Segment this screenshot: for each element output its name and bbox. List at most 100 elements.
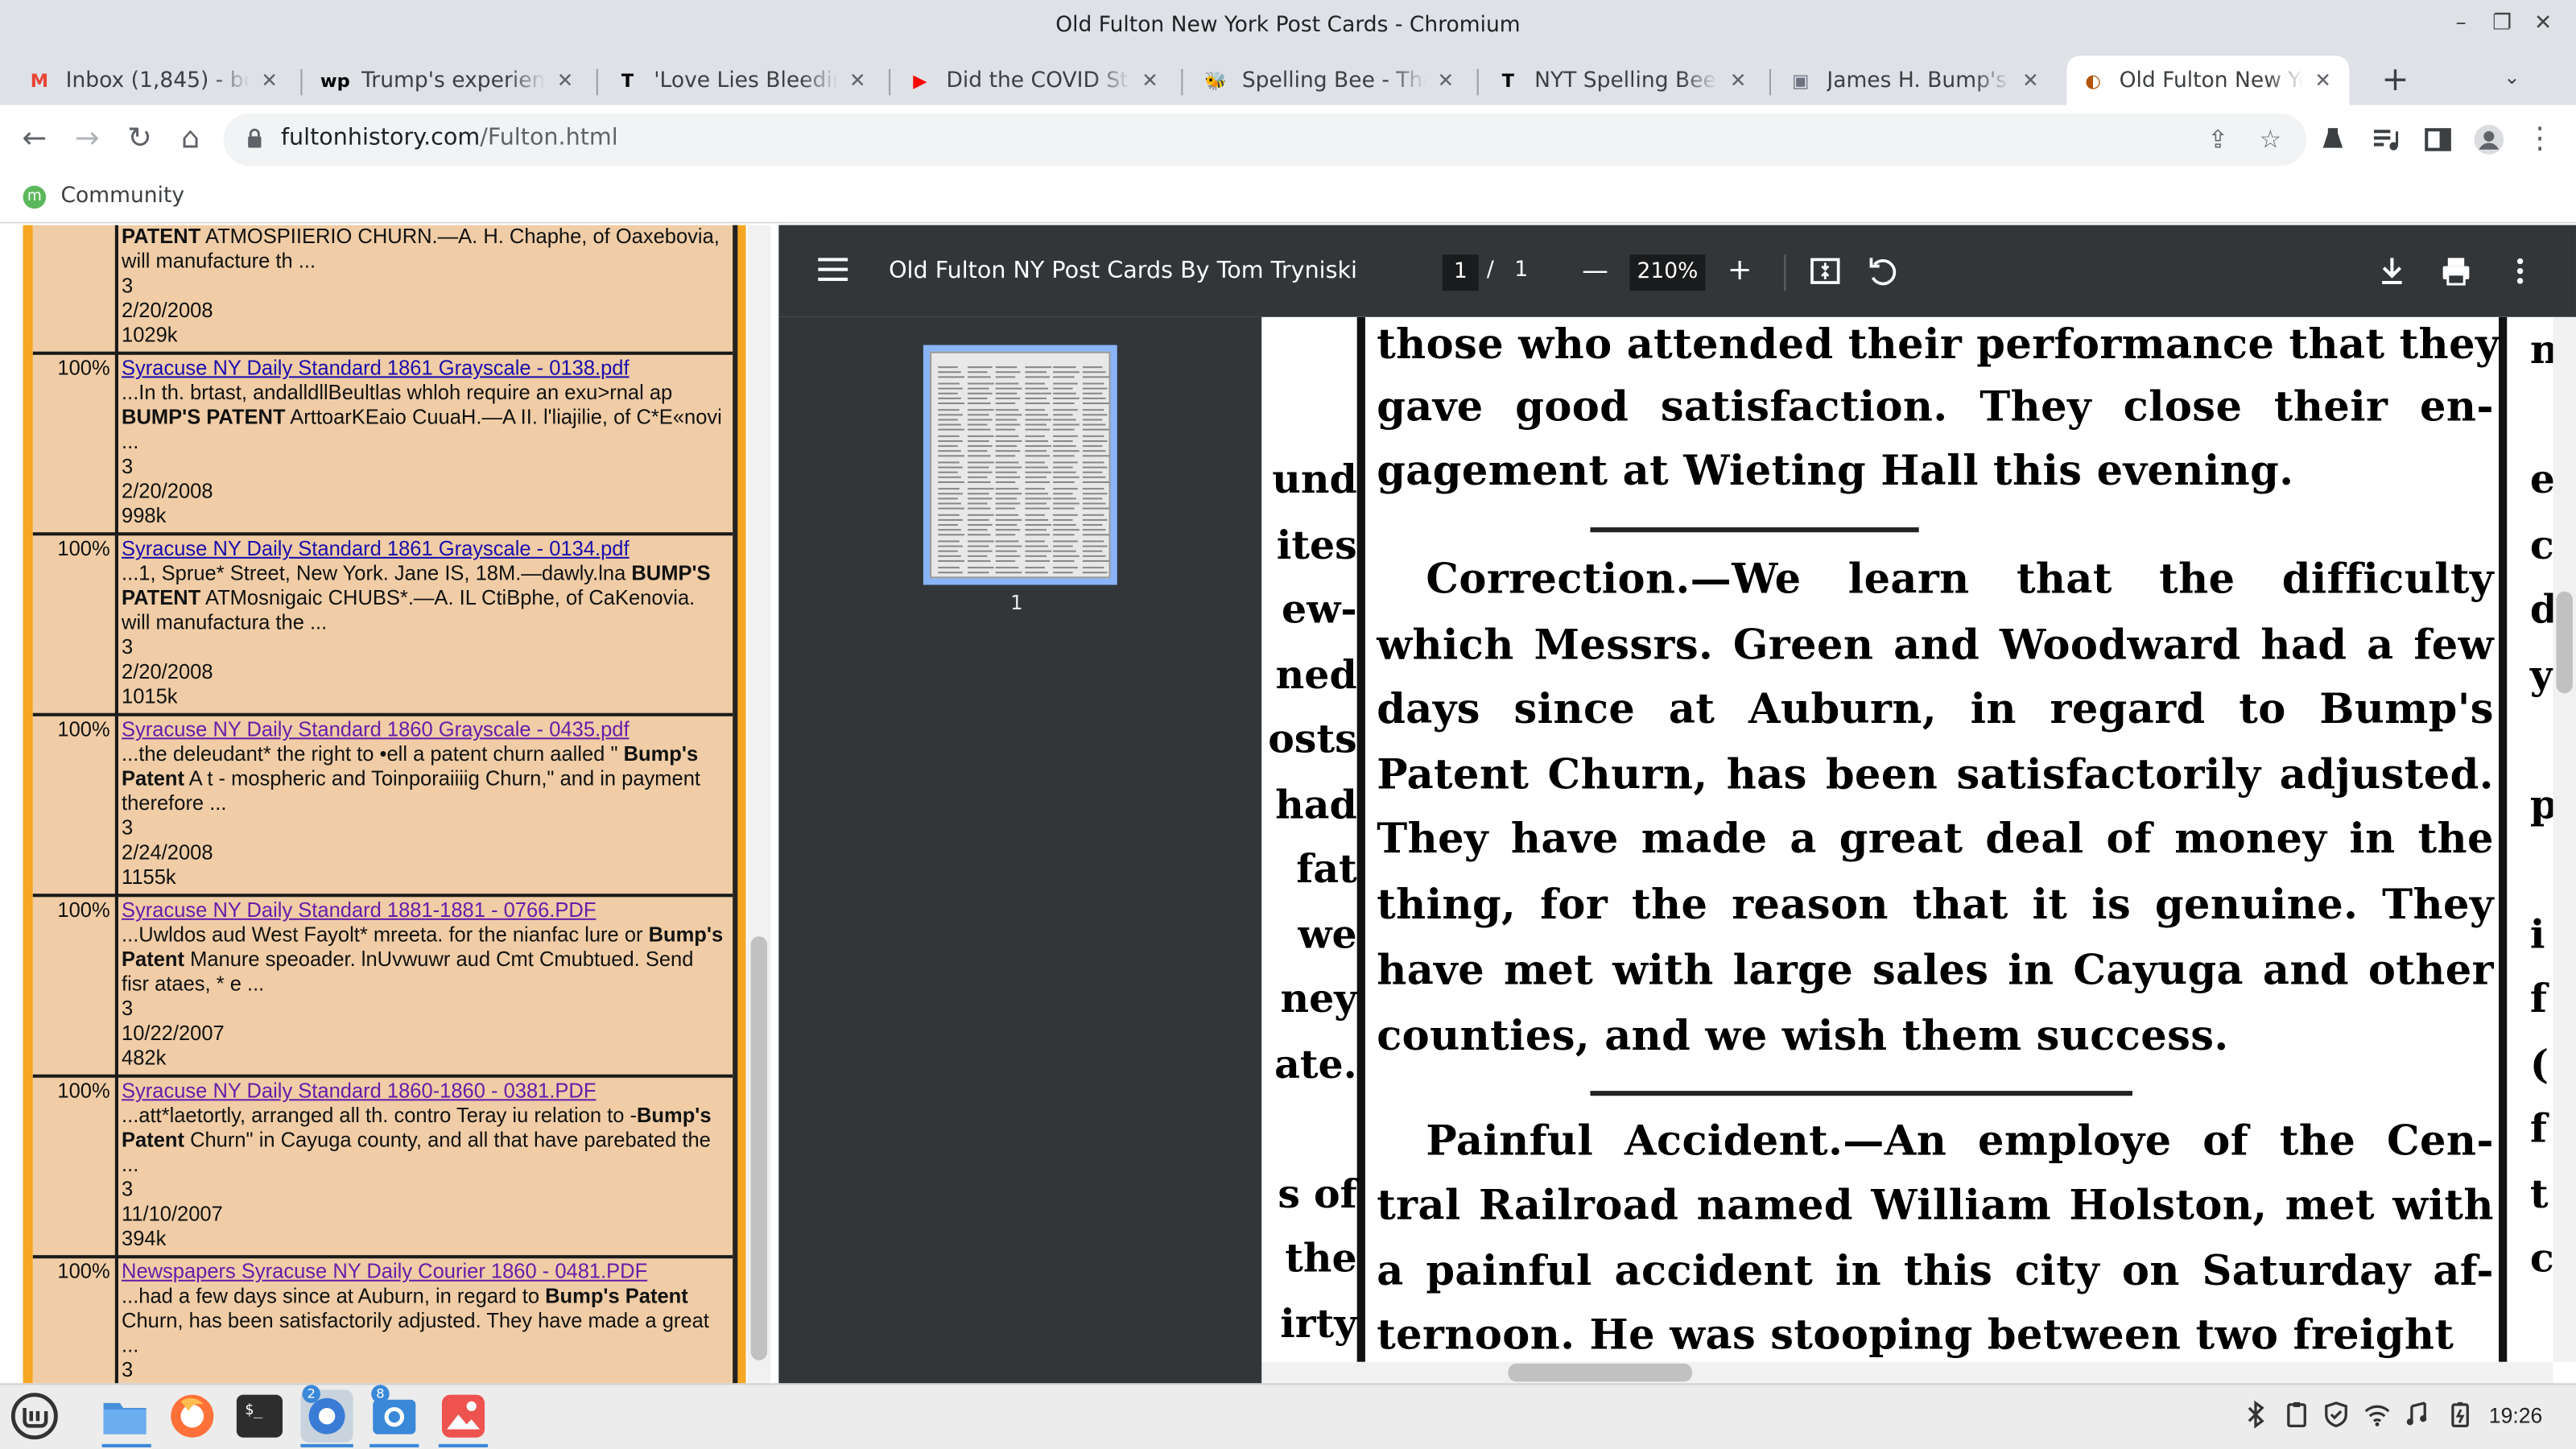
tab-close-icon[interactable]: ✕ (552, 69, 579, 93)
tab-close-icon[interactable]: ✕ (844, 69, 871, 93)
result-row: 100% Newspapers Syracuse NY Daily Courier… (33, 1258, 733, 1384)
thumbnail-text-line (1024, 366, 1051, 369)
photos-icon[interactable] (437, 1390, 489, 1443)
tab-1[interactable]: M Inbox (1,845) - bob.✕ (13, 56, 295, 105)
media-playlist-icon[interactable] (2369, 123, 2402, 156)
tab-8[interactable]: ◐ Old Fulton New Yor ✕ (2066, 56, 2350, 105)
terminal-icon[interactable]: $_ (233, 1390, 286, 1443)
thumbnail-text-line (1081, 419, 1102, 421)
tab-close-icon[interactable]: ✕ (1725, 69, 1752, 93)
thumbnail-text-line (995, 471, 1018, 473)
bookmark-community[interactable]: m Community (23, 184, 185, 208)
right-column-fragment: c (2529, 519, 2553, 568)
new-tab-button[interactable]: + (2376, 59, 2415, 98)
tab-search-button[interactable]: ⌄ (2504, 66, 2520, 89)
pdf-page-input[interactable]: 1 (1442, 254, 1479, 291)
thumbnail-text-line (995, 377, 1016, 379)
thumbnail-text-line (938, 456, 964, 458)
maximize-button[interactable]: ❐ (2489, 11, 2516, 36)
side-panel-icon[interactable] (2421, 123, 2454, 156)
forward-button[interactable]: → (68, 122, 107, 161)
result-link[interactable]: Syracuse NY Daily Standard 1861 Grayscal… (122, 537, 630, 560)
thumbnail-text-line (967, 518, 989, 521)
shield-icon[interactable] (2322, 1400, 2351, 1430)
tab-7[interactable]: ▣ James H. Bump's A ✕ (1774, 56, 2057, 105)
thumbnail-text-line (938, 392, 958, 394)
wifi-icon[interactable] (2363, 1400, 2392, 1430)
volume-icon[interactable] (2404, 1400, 2434, 1430)
files-icon[interactable] (98, 1390, 151, 1443)
thumbnail-text-line (1024, 524, 1051, 526)
thumbnail-text-line (1081, 492, 1107, 494)
files-running-indicator (101, 1443, 151, 1447)
pdf-vertical-scrollbar-thumb[interactable] (2556, 591, 2573, 694)
battery-icon[interactable] (2446, 1400, 2476, 1430)
thumbnail-text-line (967, 366, 992, 369)
result-date: 2/20/2008 (122, 479, 213, 503)
share-icon[interactable]: ⇪ (2202, 123, 2235, 156)
back-button[interactable]: ← (14, 122, 54, 161)
thumbnail-text-line (995, 481, 1016, 484)
lock-icon[interactable] (246, 128, 262, 148)
bookmark-star-icon[interactable]: ☆ (2254, 123, 2287, 156)
clipboard-icon[interactable] (2282, 1400, 2312, 1430)
profile-avatar-icon[interactable] (2472, 123, 2505, 156)
pdf-horizontal-scrollbar-thumb[interactable] (1508, 1363, 1693, 1382)
tab-close-icon[interactable]: ✕ (2310, 69, 2336, 93)
firefox-icon[interactable] (166, 1390, 218, 1443)
result-link[interactable]: Syracuse NY Daily Standard 1861 Grayscal… (122, 357, 630, 380)
tab-close-icon[interactable]: ✕ (1137, 69, 1163, 93)
print-icon[interactable] (2434, 250, 2477, 292)
result-link[interactable]: Syracuse NY Daily Standard 1860 Grayscal… (122, 718, 630, 741)
zoom-in-button[interactable]: + (1719, 250, 1761, 292)
tab-2[interactable]: wp Trump's experience✕ (309, 56, 592, 105)
zoom-out-button[interactable]: — (1574, 250, 1616, 292)
pdf-vertical-scrollbar[interactable] (2553, 316, 2576, 1362)
pdf-document-view[interactable]: und ites ew-ned osts had fat we ney ate. s of the… (1261, 316, 2553, 1362)
minimize-button[interactable]: – (2448, 11, 2475, 36)
right-column-fragment: ( (2529, 1038, 2549, 1087)
pdf-more-icon[interactable] (2499, 250, 2541, 292)
thumbnail-text-line (1024, 434, 1044, 437)
thumbnail-text-line (995, 429, 1016, 431)
download-icon[interactable] (2371, 250, 2413, 292)
pdf-horizontal-scrollbar[interactable] (1261, 1361, 2553, 1384)
screenshot-window-count-badge: 8 (371, 1385, 390, 1403)
newspaper-text-line: Painful Accident.—An employe of the Cen- (1426, 1117, 2494, 1165)
mint-menu-icon[interactable] (8, 1390, 60, 1443)
zoom-level-input[interactable]: 210% (1629, 254, 1706, 291)
thumbnail-text-line (967, 487, 993, 489)
tab-close-icon[interactable]: ✕ (1433, 69, 1459, 93)
thumbnail-text-line (995, 566, 1019, 568)
tab-close-icon[interactable]: ✕ (256, 69, 283, 93)
pdf-page-total: / 1 (1486, 258, 1529, 283)
url-text[interactable]: fultonhistory.com/Fulton.html (281, 125, 618, 151)
result-link[interactable]: Syracuse NY Daily Standard 1881-1881 - 0… (122, 898, 596, 922)
browser-menu-icon[interactable]: ⋮ (2524, 122, 2557, 156)
newspaper-text-line: They have made a great deal of money in … (1377, 815, 2494, 863)
result-link[interactable]: Newspapers Syracuse NY Daily Courier 186… (122, 1260, 647, 1283)
result-row: PATENT ATMOSPIIERIO CHURN.—A. H. Chaphe,… (32, 225, 733, 355)
result-link[interactable]: Syracuse NY Daily Standard 1860-1860 - 0… (122, 1080, 596, 1103)
extensions-icon[interactable] (2317, 123, 2350, 156)
reload-button[interactable]: ↻ (120, 122, 159, 161)
result-snippet: ...1, Sprue* Street, New York. Jane IS, … (122, 561, 711, 634)
thumbnail-text-line (1024, 371, 1046, 374)
newspaper-text-line: gagement at Wieting Hall this evening. (1377, 447, 2294, 495)
rotate-icon[interactable] (1861, 250, 1904, 292)
close-window-button[interactable]: ✕ (2530, 11, 2557, 36)
fit-page-icon[interactable] (1804, 250, 1847, 292)
results-scrollbar-thumb[interactable] (750, 936, 768, 1360)
home-button[interactable]: ⌂ (171, 122, 210, 161)
pdf-menu-icon[interactable] (818, 258, 848, 281)
tab-close-icon[interactable]: ✕ (2017, 69, 2044, 93)
thumbnail-text-line (938, 481, 964, 484)
bluetooth-icon[interactable] (2241, 1400, 2271, 1430)
tab-4[interactable]: ▶ Did the COVID Stim✕ (894, 56, 1176, 105)
tab-5[interactable]: 🐝 Spelling Bee - The N ✕ (1190, 56, 1472, 105)
clock[interactable]: 19:26 (2489, 1403, 2542, 1428)
tab-3[interactable]: T 'Love Lies Bleeding'✕ (601, 56, 884, 105)
page-thumbnail[interactable] (923, 345, 1117, 585)
tab-6[interactable]: T NYT Spelling Bee A ✕ (1482, 56, 1765, 105)
thumbnail-text-line (995, 524, 1018, 526)
